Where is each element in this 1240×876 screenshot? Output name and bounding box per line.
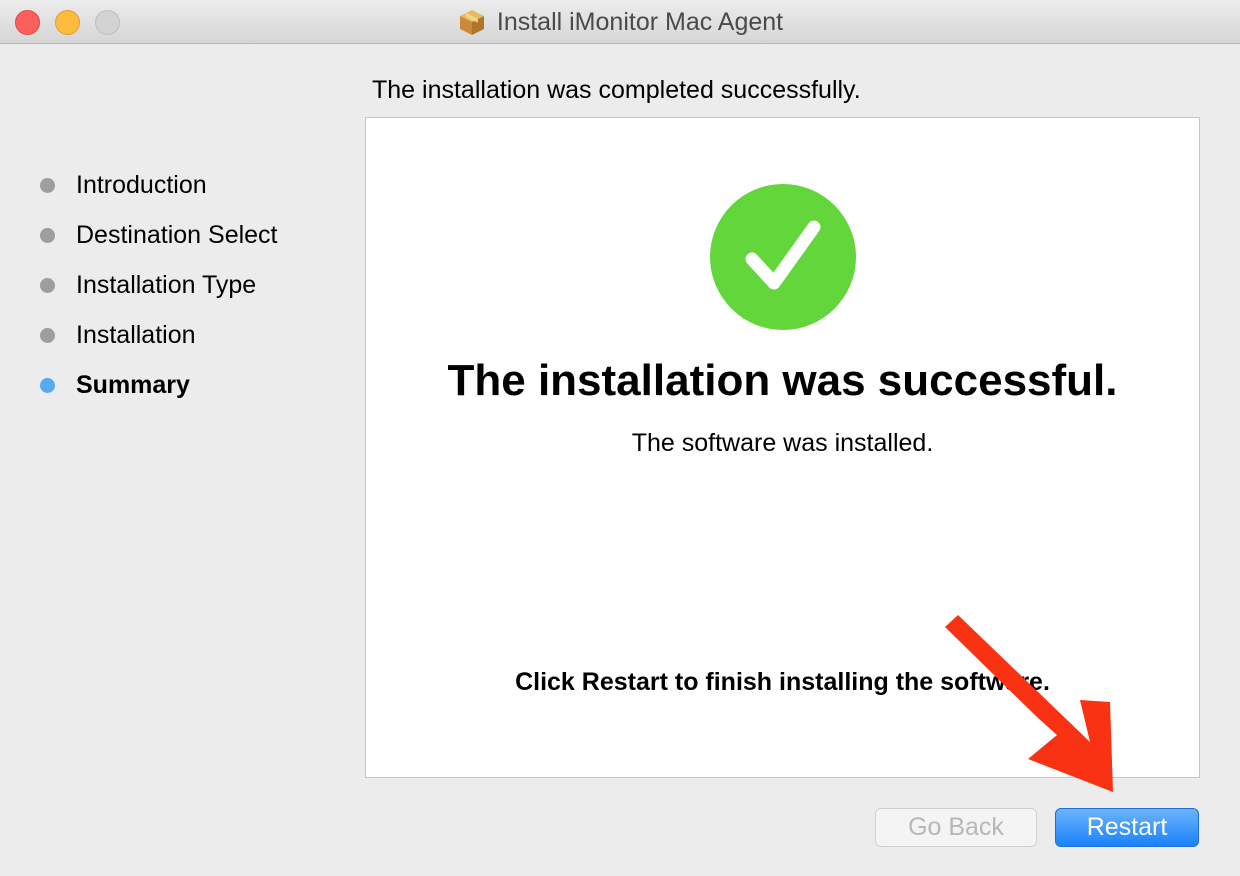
sidebar-item-introduction: Introduction [40,160,278,210]
step-dot-icon [40,327,55,343]
package-icon [459,10,484,35]
success-badge [710,184,856,330]
checkmark-icon [745,220,821,290]
success-subtitle: The software was installed. [631,429,934,457]
step-dot-icon [40,277,55,293]
sidebar-item-label: Installation [76,320,196,349]
sidebar-item-label: Installation Type [76,270,257,299]
step-dot-active-icon [40,377,55,393]
restart-instruction: Click Restart to finish installing the s… [515,668,1050,696]
window-titlebar: Install iMonitor Mac Agent [0,0,1240,44]
sidebar-item-label: Summary [76,370,190,399]
go-back-button[interactable]: Go Back [875,808,1037,847]
page-heading: The installation was completed successfu… [372,76,861,104]
sidebar-item-installation: Installation [40,310,278,360]
window-title: Install iMonitor Mac Agent [496,7,784,36]
steps-sidebar: Introduction Destination Select Installa… [40,160,278,410]
sidebar-item-installation-type: Installation Type [40,260,278,310]
step-dot-icon [40,177,55,193]
summary-panel: The installation was successful. The sof… [365,117,1200,778]
success-title: The installation was successful. [447,356,1118,405]
restart-button[interactable]: Restart [1055,808,1199,847]
step-dot-icon [40,227,55,243]
sidebar-item-label: Introduction [76,170,207,199]
sidebar-item-label: Destination Select [76,220,278,249]
sidebar-item-summary: Summary [40,360,278,410]
window-title-group: Install iMonitor Mac Agent [0,0,1240,44]
sidebar-item-destination-select: Destination Select [40,210,278,260]
